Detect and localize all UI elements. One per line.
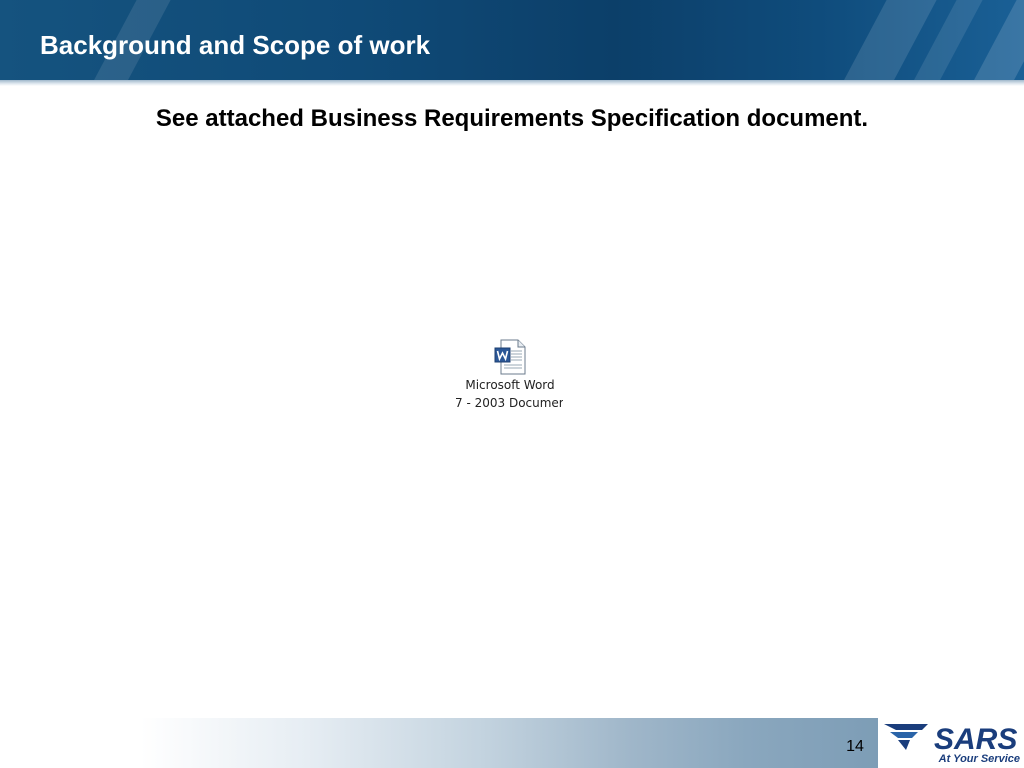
logo-wordmark: SARS	[934, 723, 1017, 754]
sars-logo: SARS At Your Service	[878, 718, 1024, 768]
embedded-word-document[interactable]: Microsoft Word 7 - 2003 Documer	[455, 336, 565, 416]
slide: Background and Scope of work See attache…	[0, 0, 1024, 768]
header-band: Background and Scope of work	[0, 0, 1024, 80]
header-divider	[0, 80, 1024, 86]
logo-tagline: At Your Service	[938, 753, 1020, 765]
attachment-caption: Microsoft Word	[465, 378, 555, 392]
sars-logo-mark: SARS	[884, 723, 1017, 754]
word-document-icon	[494, 339, 526, 375]
page-number: 14	[846, 738, 864, 755]
body-text: See attached Business Requirements Speci…	[155, 105, 869, 132]
slide-title: Background and Scope of work	[40, 30, 431, 60]
attachment-caption: 7 - 2003 Documer	[455, 396, 563, 410]
footer-band	[0, 718, 878, 768]
